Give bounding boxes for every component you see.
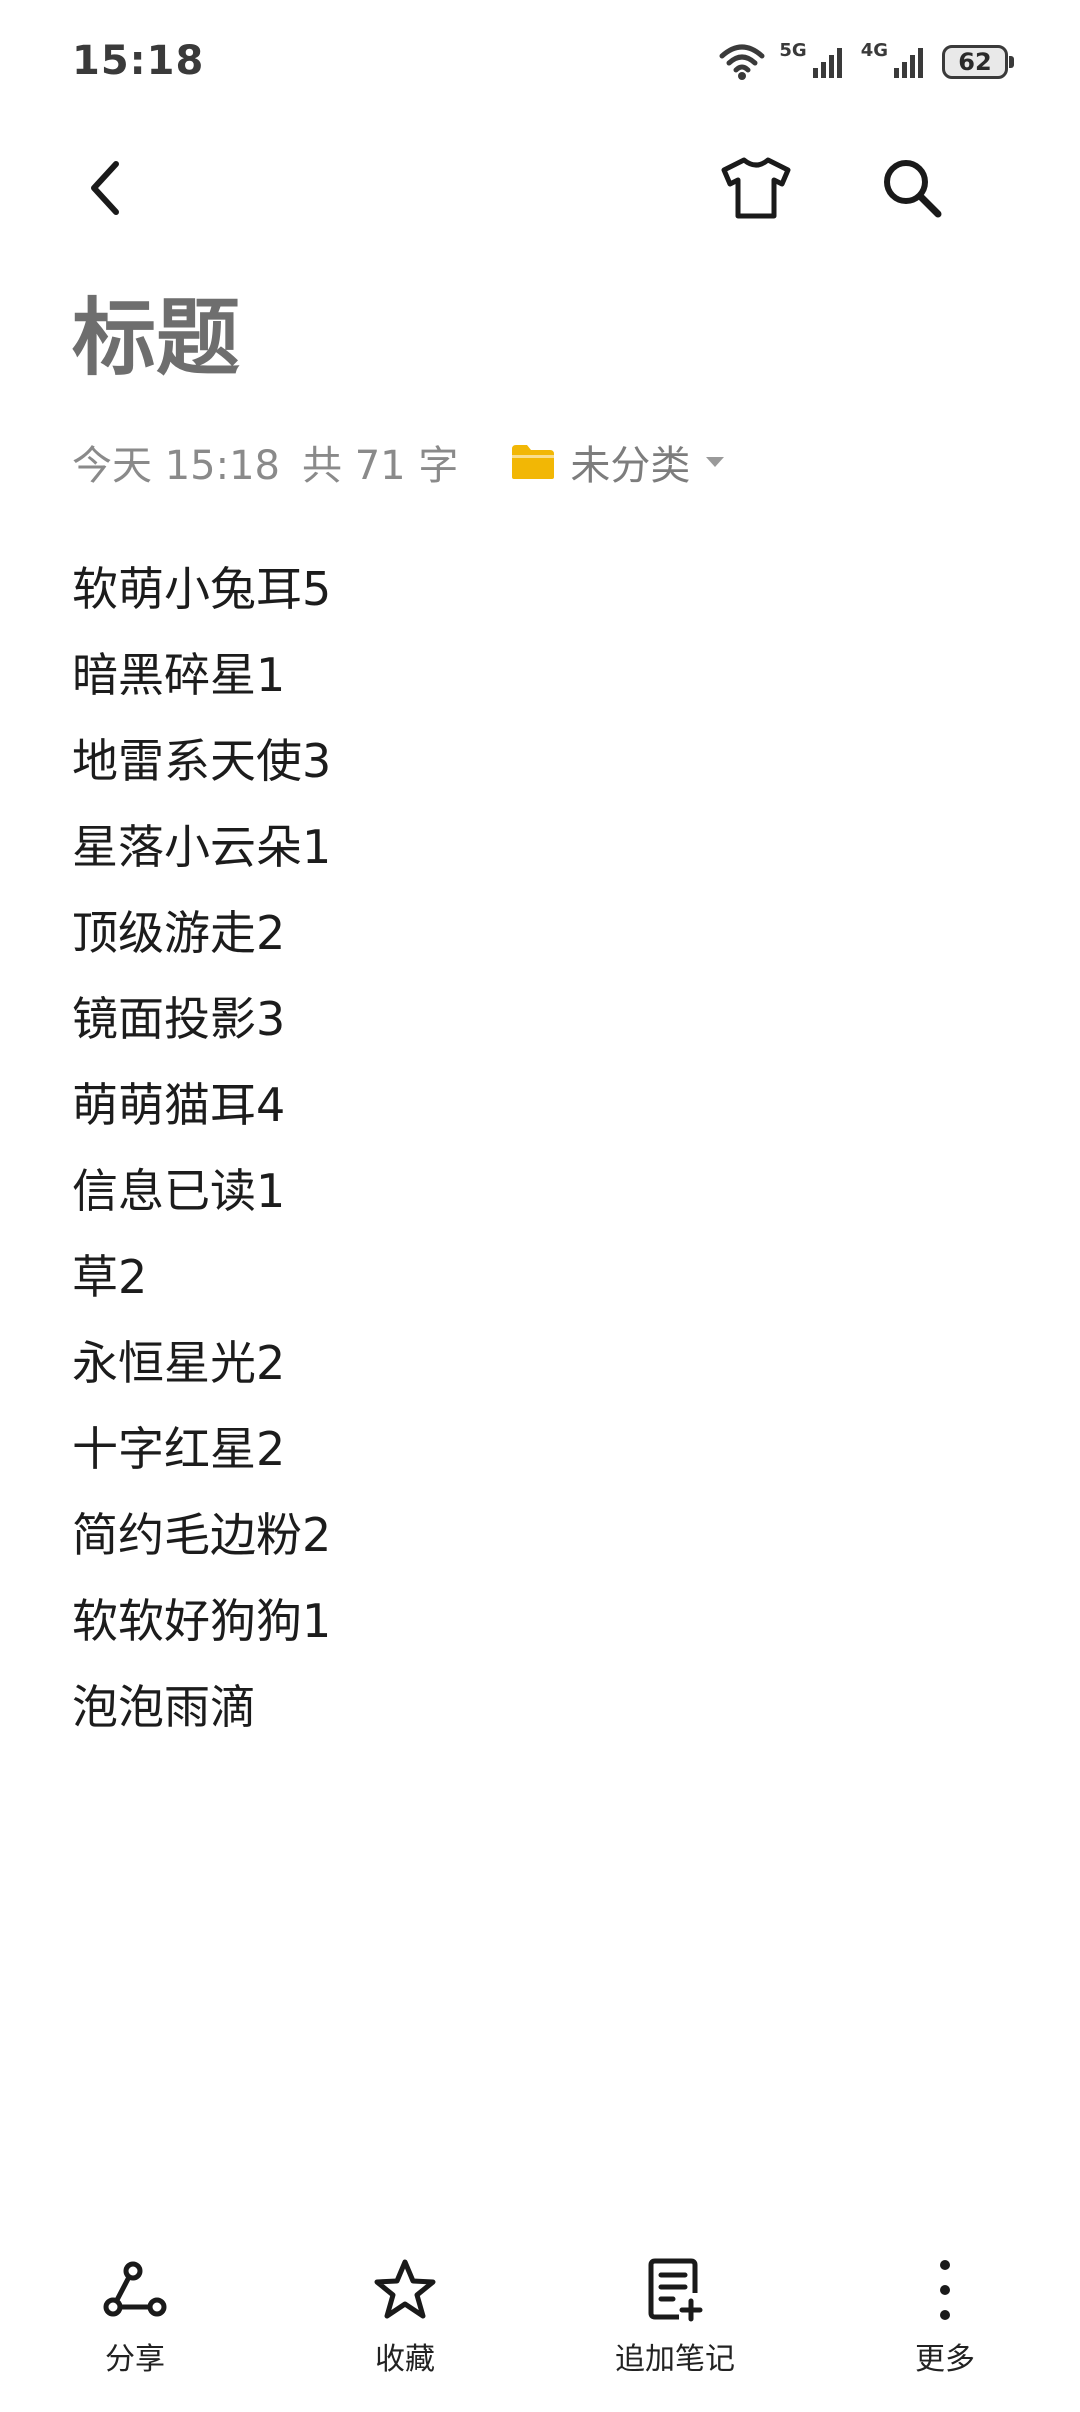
share-button[interactable]: 分享 xyxy=(0,2240,270,2412)
app-bar xyxy=(0,140,1080,250)
status-bar: 15:18 5G 4G 62 xyxy=(0,0,1080,126)
note-line: 镜面投影3 xyxy=(72,992,286,1046)
status-time: 15:18 xyxy=(72,38,205,84)
folder-label: 未分类 xyxy=(570,443,691,489)
status-icons: 5G 4G 62 xyxy=(719,38,1014,86)
network-4g-label: 4G xyxy=(860,39,888,61)
signal-4g-icon xyxy=(894,48,923,78)
signal-5g-icon xyxy=(812,48,842,78)
note-line: 草2 xyxy=(72,1250,148,1304)
note-line: 暗黑碎星1 xyxy=(72,648,286,702)
shirt-icon xyxy=(721,157,791,219)
wifi-icon xyxy=(719,44,765,80)
note-line: 软软好狗狗1 xyxy=(72,1594,332,1648)
note-line: 顶级游走2 xyxy=(72,906,286,960)
caret-down-icon xyxy=(706,457,725,467)
word-count: 共 71 字 xyxy=(302,443,459,489)
more-vertical-icon xyxy=(940,2260,950,2320)
back-button[interactable] xyxy=(58,140,154,236)
note-line: 萌萌猫耳4 xyxy=(72,1078,286,1132)
append-note-button[interactable]: 追加笔记 xyxy=(540,2240,810,2412)
chevron-left-icon xyxy=(91,161,119,215)
note-line: 星落小云朵1 xyxy=(72,820,332,874)
favorite-button[interactable]: 收藏 xyxy=(270,2240,540,2412)
note-line: 永恒星光2 xyxy=(72,1336,286,1390)
note-line: 信息已读1 xyxy=(72,1164,286,1218)
note-line: 十字红星2 xyxy=(72,1422,286,1476)
favorite-label: 收藏 xyxy=(375,2342,435,2377)
battery-icon: 62 xyxy=(942,45,1014,79)
more-label: 更多 xyxy=(915,2342,975,2377)
network-5g-label: 5G xyxy=(779,39,807,61)
note-title[interactable]: 标题 xyxy=(72,296,240,380)
note-meta: 今天 15:18 共 71 字 未分类 xyxy=(72,434,726,490)
note-line: 简约毛边粉2 xyxy=(72,1508,332,1562)
note-date: 今天 15:18 xyxy=(72,443,280,489)
note-line: 地雷系天使3 xyxy=(72,734,332,788)
share-icon xyxy=(103,2261,167,2317)
folder-icon xyxy=(512,445,555,479)
note-line: 软萌小兔耳5 xyxy=(72,562,332,616)
note-add-icon xyxy=(648,2258,703,2322)
note-line: 泡泡雨滴 xyxy=(72,1680,256,1734)
bottom-toolbar: 分享 收藏 追加笔记 更多 xyxy=(0,2240,1080,2412)
star-icon xyxy=(374,2259,436,2319)
folder-selector[interactable]: 未分类 xyxy=(510,433,726,491)
append-note-label: 追加笔记 xyxy=(615,2342,735,2377)
share-label: 分享 xyxy=(105,2342,165,2377)
battery-level: 62 xyxy=(958,48,992,76)
theme-button[interactable] xyxy=(708,140,804,236)
more-button[interactable]: 更多 xyxy=(810,2240,1080,2412)
search-icon xyxy=(884,160,942,218)
search-button[interactable] xyxy=(864,140,960,236)
note-body[interactable]: 软萌小兔耳5 暗黑碎星1 地雷系天使3 星落小云朵1 顶级游走2 镜面投影3 萌… xyxy=(72,546,1012,1750)
